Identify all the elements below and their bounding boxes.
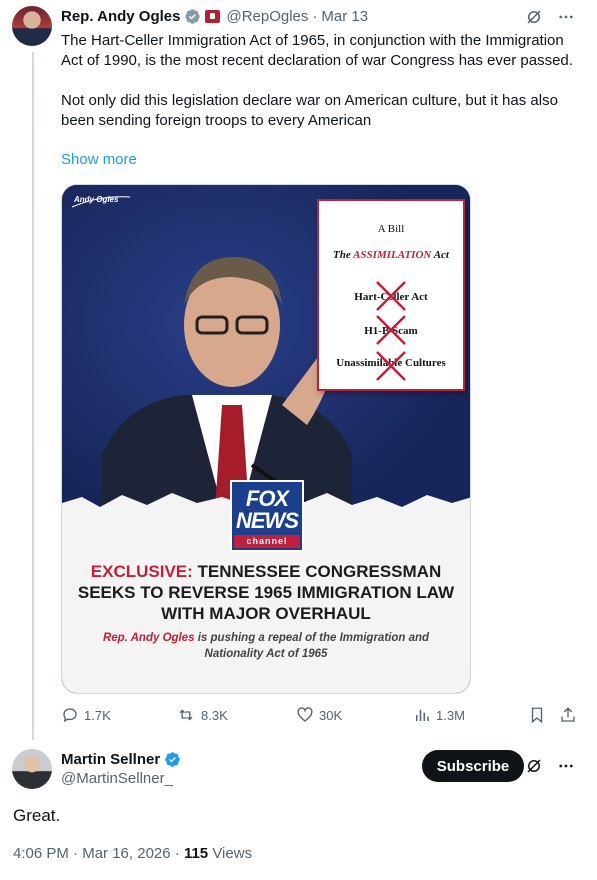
subscribe-button[interactable]: Subscribe bbox=[422, 750, 524, 782]
fox-news-logo: FOX NEWS channel bbox=[230, 480, 304, 552]
heart-icon bbox=[297, 707, 313, 722]
verified-badge-icon bbox=[165, 752, 180, 767]
header-separator: · bbox=[312, 8, 318, 25]
share-button[interactable] bbox=[559, 706, 577, 724]
reply-icon bbox=[63, 708, 77, 723]
thread-connector-line bbox=[32, 52, 34, 740]
reply-views-count: 115 bbox=[183, 845, 209, 862]
bill-title: A Bill bbox=[377, 223, 405, 235]
cross-out-icon bbox=[376, 315, 406, 345]
media-subheadline: Rep. Andy Ogles is pushing a repeal of t… bbox=[76, 630, 456, 662]
bill-act-suffix: Act bbox=[433, 249, 449, 261]
reply-header: Martin Sellner @MartinSellner_ bbox=[61, 751, 185, 787]
repost-button[interactable]: 8.3K bbox=[176, 706, 228, 724]
fox-logo-line2: NEWS bbox=[236, 508, 299, 533]
reply-text: Great. bbox=[13, 806, 61, 825]
subheadline-name: Rep. Andy Ogles bbox=[102, 632, 195, 644]
reply-author-avatar[interactable] bbox=[12, 749, 52, 789]
views-count: 1.3M bbox=[436, 707, 465, 723]
grok-icon[interactable] bbox=[525, 8, 543, 26]
reply-author-name-row: Martin Sellner bbox=[61, 751, 185, 768]
share-icon bbox=[561, 707, 575, 722]
show-more-link[interactable]: Show more bbox=[61, 151, 137, 168]
grok-icon[interactable] bbox=[525, 757, 543, 775]
repost-count: 8.3K bbox=[201, 707, 228, 723]
reply-button[interactable]: 1.7K bbox=[61, 706, 111, 724]
reply-top-actions bbox=[525, 757, 575, 775]
reply-count: 1.7K bbox=[84, 707, 111, 723]
author-name[interactable]: Rep. Andy Ogles bbox=[61, 8, 180, 25]
bill-act-highlight: ASSIMILATION bbox=[353, 249, 432, 261]
tweet-action-bar: 1.7K 8.3K 30K 1.3M bbox=[61, 706, 581, 728]
reply-time[interactable]: 4:06 PM bbox=[13, 845, 69, 862]
author-handle[interactable]: @RepOgles bbox=[226, 8, 308, 25]
tweet-top-actions bbox=[525, 8, 575, 26]
reply-views-label: Views bbox=[212, 845, 253, 862]
verified-badge-icon bbox=[185, 9, 201, 24]
brand-logo-text: Andy Ogles bbox=[74, 195, 119, 204]
tweet-text: The Hart-Celler Immigration Act of 1965,… bbox=[61, 32, 573, 129]
author-avatar[interactable] bbox=[12, 6, 52, 46]
cross-out-icon bbox=[376, 351, 406, 381]
bill-act-prefix: The bbox=[333, 249, 351, 261]
subheadline-text: is pushing a repeal of the Immigration a… bbox=[197, 632, 430, 660]
like-button[interactable]: 30K bbox=[296, 706, 342, 724]
reply-metadata: 4:06 PM · Mar 16, 2026 · 115 Views bbox=[13, 845, 253, 862]
reply-author-name[interactable]: Martin Sellner bbox=[61, 751, 160, 768]
media-headline: EXCLUSIVE: TENNESSEE CONGRESSMAN SEEKS T… bbox=[68, 561, 464, 624]
bill-document: A Bill The ASSIMILATION Act Hart-Celler … bbox=[317, 199, 465, 391]
bookmark-icon bbox=[531, 707, 543, 724]
tweet-media-image[interactable]: Andy Ogles A Bill The ASSIMILATION Act H… bbox=[61, 184, 471, 694]
bill-act-name: The ASSIMILATION Act bbox=[317, 249, 465, 261]
analytics-icon bbox=[416, 709, 429, 721]
bookmark-button[interactable] bbox=[528, 706, 546, 724]
more-options-icon[interactable] bbox=[557, 8, 575, 26]
tweet-date[interactable]: Mar 13 bbox=[321, 8, 368, 25]
like-count: 30K bbox=[319, 707, 343, 723]
views-button[interactable]: 1.3M bbox=[413, 706, 465, 724]
fox-logo-line3: channel bbox=[234, 535, 300, 548]
reply-date[interactable]: Mar 16, 2026 bbox=[82, 845, 170, 862]
repost-icon bbox=[179, 709, 193, 721]
cross-out-icon bbox=[376, 281, 406, 311]
tweet-header: Rep. Andy Ogles @RepOgles · Mar 13 bbox=[61, 8, 368, 25]
government-flag-icon bbox=[205, 10, 221, 23]
headline-exclusive: EXCLUSIVE: bbox=[90, 562, 193, 581]
more-options-icon[interactable] bbox=[557, 757, 575, 775]
reply-author-handle[interactable]: @MartinSellner_ bbox=[61, 770, 185, 787]
